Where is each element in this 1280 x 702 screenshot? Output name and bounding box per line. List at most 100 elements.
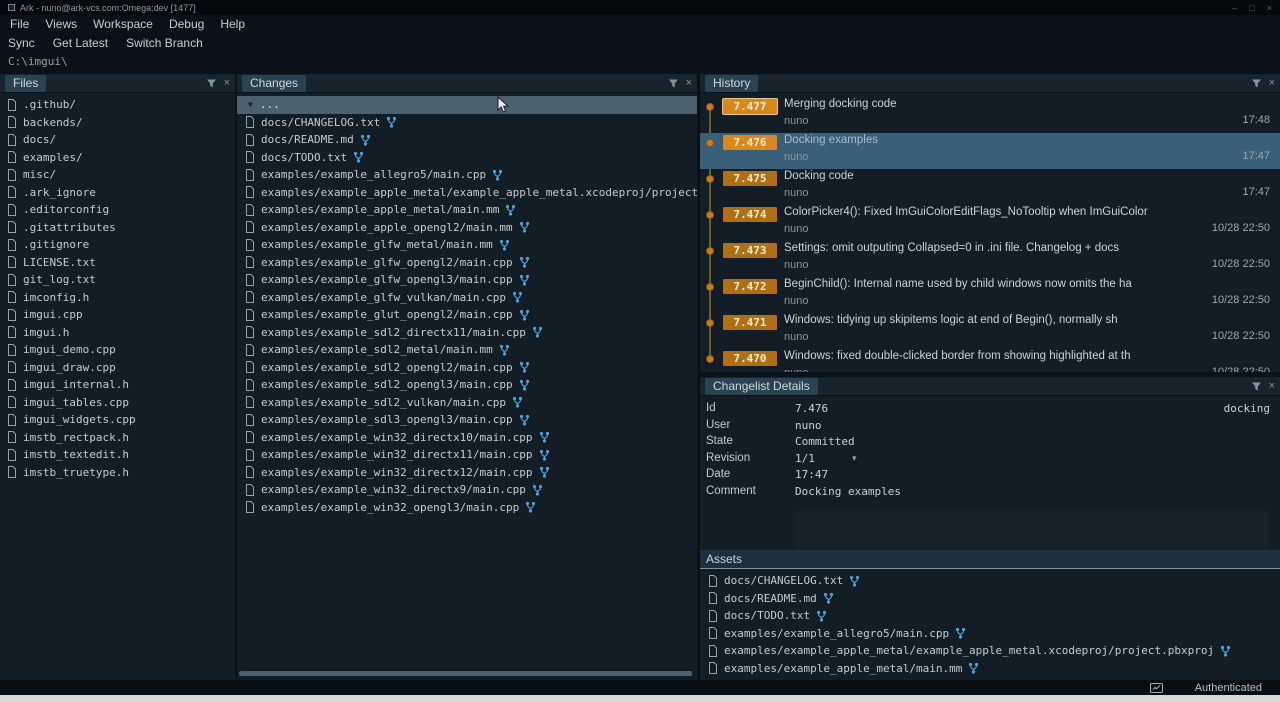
close-icon[interactable]: × <box>224 78 230 89</box>
file-tree-item[interactable]: imgui_tables.cpp <box>0 394 235 412</box>
file-tree-item[interactable]: imstb_rectpack.h <box>0 429 235 447</box>
file-tree-item[interactable]: imstb_truetype.h <box>0 464 235 482</box>
asset-path: docs/TODO.txt <box>724 609 810 622</box>
history-panel-tab[interactable]: History <box>705 75 758 92</box>
file-name: backends/ <box>23 116 83 129</box>
file-tree-item[interactable]: .ark_ignore <box>0 184 235 202</box>
changed-file-row[interactable]: examples/example_apple_metal/example_app… <box>237 184 697 202</box>
toolbar: Sync Get Latest Switch Branch <box>0 33 1280 52</box>
asset-row[interactable]: docs/TODO.txt <box>700 607 1280 625</box>
file-tree-item[interactable]: imgui_widgets.cpp <box>0 411 235 429</box>
menu-item[interactable]: File <box>10 17 29 31</box>
menu-item[interactable]: Help <box>220 17 245 31</box>
changed-file-row[interactable]: examples/example_glfw_opengl2/main.cpp <box>237 254 697 272</box>
asset-row[interactable]: examples/example_allegro5/main.cpp <box>700 625 1280 643</box>
history-commit-row[interactable]: 7.477 Merging docking code nuno 17:48 <box>700 97 1280 133</box>
changed-file-row[interactable]: docs/CHANGELOG.txt <box>237 114 697 132</box>
file-tree-item[interactable]: .github/ <box>0 96 235 114</box>
history-commit-row[interactable]: 7.472 BeginChild(): Internal name used b… <box>700 277 1280 313</box>
history-commit-row[interactable]: 7.476 Docking examples nuno 17:47 <box>700 133 1280 169</box>
changed-file-row[interactable]: examples/example_sdl2_opengl2/main.cpp <box>237 359 697 377</box>
files-panel-tab[interactable]: Files <box>5 75 46 92</box>
changed-file-row[interactable]: examples/example_apple_opengl2/main.mm <box>237 219 697 237</box>
file-tree-item[interactable]: imgui.cpp <box>0 306 235 324</box>
file-name: imstb_textedit.h <box>23 448 129 461</box>
collapse-triangle-icon[interactable]: ▼ <box>248 100 253 109</box>
commit-time: 10/28 22:50 <box>1212 366 1270 372</box>
toolbar-button[interactable]: Switch Branch <box>126 36 203 50</box>
changed-file-row[interactable]: docs/README.md <box>237 131 697 149</box>
changed-file-row[interactable]: examples/example_glut_opengl2/main.cpp <box>237 306 697 324</box>
maximize-button[interactable]: □ <box>1249 3 1254 13</box>
file-tree-item[interactable]: imgui_internal.h <box>0 376 235 394</box>
file-tree-item[interactable]: .gitignore <box>0 236 235 254</box>
asset-row[interactable]: examples/example_apple_metal/example_app… <box>700 642 1280 660</box>
close-icon[interactable]: × <box>1269 78 1275 89</box>
changes-panel: Changes × ▼ ... docs/C <box>237 74 697 680</box>
changed-file-row[interactable]: examples/example_win32_directx11/main.cp… <box>237 446 697 464</box>
changed-file-row[interactable]: examples/example_allegro5/main.cpp <box>237 166 697 184</box>
close-icon[interactable]: × <box>1269 381 1275 392</box>
file-icon <box>245 501 255 513</box>
filter-icon[interactable] <box>1251 381 1262 392</box>
file-tree-item[interactable]: LICENSE.txt <box>0 254 235 272</box>
asset-row[interactable]: docs/README.md <box>700 590 1280 608</box>
close-icon[interactable]: × <box>686 78 692 89</box>
history-commit-row[interactable]: 7.474 ColorPicker4(): Fixed ImGuiColorEd… <box>700 205 1280 241</box>
close-button[interactable]: × <box>1267 3 1272 13</box>
file-tree-item[interactable]: backends/ <box>0 114 235 132</box>
file-tree-item[interactable]: examples/ <box>0 149 235 167</box>
file-tree-item[interactable]: docs/ <box>0 131 235 149</box>
changed-file-row[interactable]: examples/example_sdl2_opengl3/main.cpp <box>237 376 697 394</box>
filter-icon[interactable] <box>1251 78 1262 89</box>
file-tree-item[interactable]: imstb_textedit.h <box>0 446 235 464</box>
menu-item[interactable]: Views <box>45 17 77 31</box>
changed-file-row[interactable]: examples/example_sdl2_vulkan/main.cpp <box>237 394 697 412</box>
changed-file-row[interactable]: examples/example_win32_directx9/main.cpp <box>237 481 697 499</box>
filter-icon[interactable] <box>668 78 679 89</box>
chevron-down-icon[interactable]: ▾ <box>852 453 857 464</box>
history-commit-row[interactable]: 7.475 Docking code nuno 17:47 <box>700 169 1280 205</box>
file-tree-item[interactable]: misc/ <box>0 166 235 184</box>
file-tree-item[interactable]: .gitattributes <box>0 219 235 237</box>
file-tree-item[interactable]: imconfig.h <box>0 289 235 307</box>
file-tree-item[interactable]: imgui_demo.cpp <box>0 341 235 359</box>
file-tree-item[interactable]: imgui_draw.cpp <box>0 359 235 377</box>
history-commit-row[interactable]: 7.473 Settings: omit outputing Collapsed… <box>700 241 1280 277</box>
asset-path: examples/example_apple_metal/main.mm <box>724 662 962 675</box>
changed-file-row[interactable]: examples/example_sdl3_opengl3/main.cpp <box>237 411 697 429</box>
filter-icon[interactable] <box>206 78 217 89</box>
window-title: Ark - nuno@ark-vcs.com:Omega:dev [1477] <box>20 3 196 13</box>
minimize-button[interactable]: – <box>1232 3 1237 13</box>
asset-row[interactable]: docs/CHANGELOG.txt <box>700 572 1280 590</box>
file-name: imgui_widgets.cpp <box>23 413 136 426</box>
details-panel-tab[interactable]: Changelist Details <box>705 378 818 395</box>
menu-item[interactable]: Workspace <box>93 17 153 31</box>
changed-file-row[interactable]: examples/example_win32_opengl3/main.cpp <box>237 499 697 517</box>
changed-file-row[interactable]: examples/example_win32_directx10/main.cp… <box>237 429 697 447</box>
file-tree-item[interactable]: imgui.h <box>0 324 235 342</box>
changed-file-row[interactable]: examples/example_glfw_vulkan/main.cpp <box>237 289 697 307</box>
file-icon <box>708 575 718 587</box>
changes-root-row[interactable]: ▼ ... <box>237 96 697 114</box>
revision-badge: 7.473 <box>723 243 777 258</box>
toolbar-button[interactable]: Sync <box>8 36 35 50</box>
file-tree-item[interactable]: git_log.txt <box>0 271 235 289</box>
menu-item[interactable]: Debug <box>169 17 204 31</box>
history-commit-row[interactable]: 7.470 Windows: fixed double-clicked bord… <box>700 349 1280 372</box>
file-icon <box>7 256 17 268</box>
asset-row[interactable]: examples/example_apple_metal/main.mm <box>700 660 1280 678</box>
changed-file-row[interactable]: examples/example_win32_directx12/main.cp… <box>237 464 697 482</box>
changes-panel-tab[interactable]: Changes <box>242 75 306 92</box>
toolbar-button[interactable]: Get Latest <box>53 36 108 50</box>
file-name: imconfig.h <box>23 291 89 304</box>
changed-file-row[interactable]: examples/example_sdl2_directx11/main.cpp <box>237 324 697 342</box>
changed-file-row[interactable]: examples/example_glfw_metal/main.mm <box>237 236 697 254</box>
changed-file-row[interactable]: docs/TODO.txt <box>237 149 697 167</box>
changed-file-row[interactable]: examples/example_sdl2_metal/main.mm <box>237 341 697 359</box>
history-commit-row[interactable]: 7.471 Windows: tidying up skipitems logi… <box>700 313 1280 349</box>
changed-file-row[interactable]: examples/example_apple_metal/main.mm <box>237 201 697 219</box>
file-tree-item[interactable]: .editorconfig <box>0 201 235 219</box>
horizontal-scrollbar[interactable] <box>239 671 692 676</box>
changed-file-row[interactable]: examples/example_glfw_opengl3/main.cpp <box>237 271 697 289</box>
